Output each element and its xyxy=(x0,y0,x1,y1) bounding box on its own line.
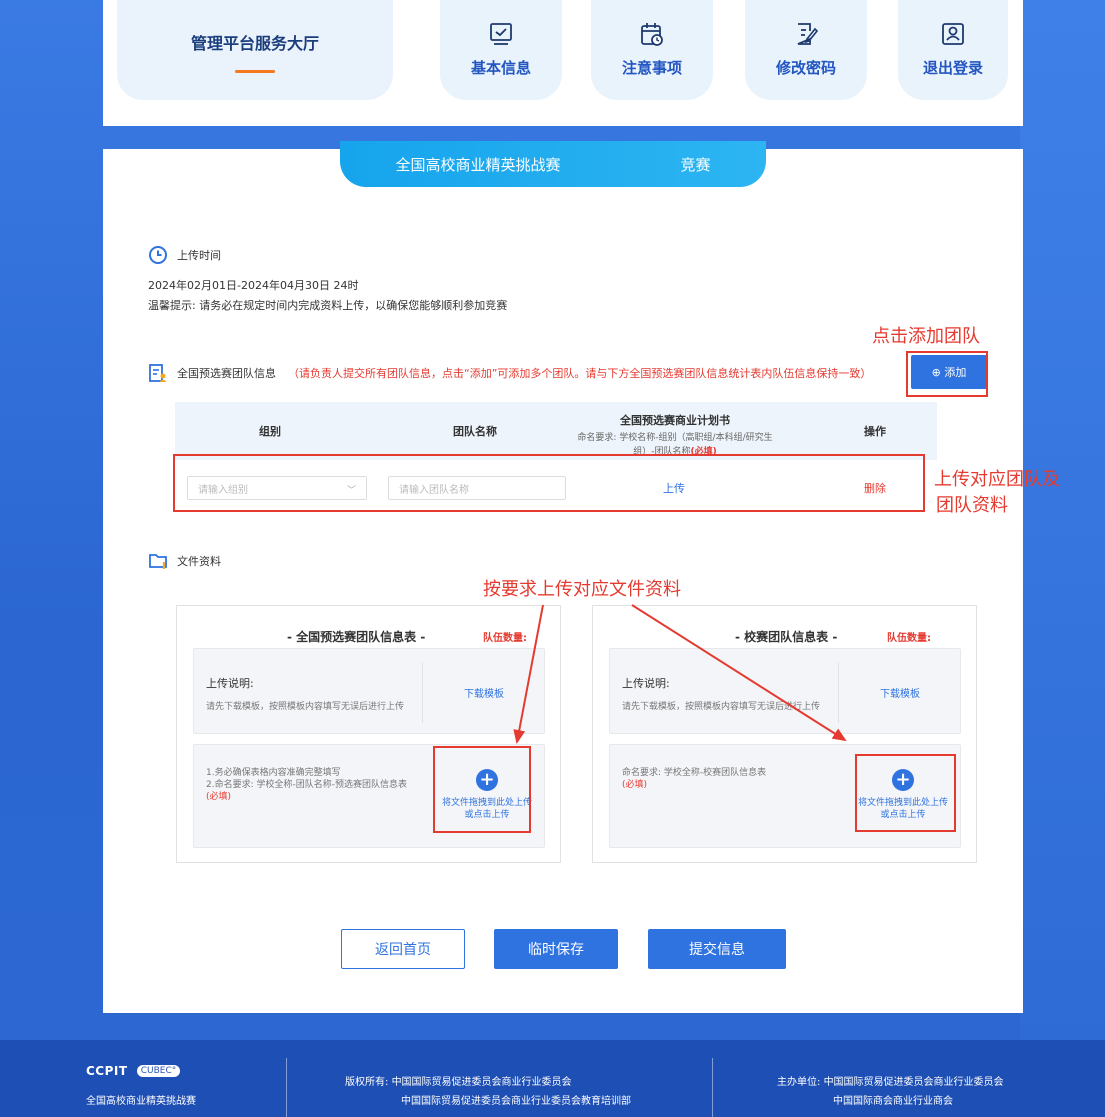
checkbox-screen-icon xyxy=(490,23,512,45)
team-info-note: （请负责人提交所有团队信息，点击“添加”可添加多个团队。请与下方全国预选赛团队信… xyxy=(288,367,872,380)
annotation-box-right-drop xyxy=(855,754,956,832)
annotation-box-add xyxy=(906,351,988,397)
cubec-logo: CUBEC° xyxy=(136,1065,181,1077)
page-background-right xyxy=(1020,0,1105,1040)
files-title: 文件资料 xyxy=(148,551,221,571)
team-count-label: 队伍数量: xyxy=(887,633,931,644)
upload-time-range: 2024年02月01日-2024年04月30日 24时 xyxy=(148,279,359,292)
footer-logo: CCPIT CUBEC° 全国高校商业精英挑战赛 xyxy=(86,1050,266,1107)
active-underline xyxy=(235,70,275,73)
upload-instructions-box: 上传说明: 请先下载模板，按照模板内容填写无误后进行上传 下载模板 xyxy=(609,648,961,734)
nav-item-label: 基本信息 xyxy=(470,59,531,77)
team-table-header: 组别 团队名称 全国预选赛商业计划书 命名要求: 学校名称-组别（高职组/本科组… xyxy=(175,402,937,460)
naming-requirements: 1.务必确保表格内容准确完整填写 2.命名要求: 学校全称-团队名称-预选赛团队… xyxy=(206,768,407,802)
nav-item-label: 修改密码 xyxy=(775,59,836,77)
upload-time-title: 上传时间 xyxy=(148,245,221,265)
download-template-link[interactable]: 下载模板 xyxy=(464,685,504,700)
th-action: 操作 xyxy=(864,425,886,438)
annotation-upload-team-2: 团队资料 xyxy=(936,495,1008,516)
th-business-plan: 全国预选赛商业计划书 命名要求: 学校名称-组别（高职组/本科组/研究生组）-团… xyxy=(577,414,773,457)
upload-time-tip: 温馨提示: 请务必在规定时间内完成资料上传，以确保您能够顺利参加竞赛 xyxy=(148,299,508,312)
footer: CCPIT CUBEC° 全国高校商业精英挑战赛 版权所有: 中国国际贸易促进委… xyxy=(0,1040,1105,1117)
annotation-box-row xyxy=(173,454,925,512)
submit-button[interactable]: 提交信息 xyxy=(648,929,786,969)
temp-save-button[interactable]: 临时保存 xyxy=(494,929,618,969)
upload-instructions-box: 上传说明: 请先下载模板，按照模板内容填写无误后进行上传 下载模板 xyxy=(193,648,545,734)
banner-suffix: 竞赛 xyxy=(680,155,711,174)
panel-title: - 校赛团队信息表 - xyxy=(735,630,838,644)
panel-title: - 全国预选赛团队信息表 - xyxy=(287,630,426,644)
team-count-label: 队伍数量: xyxy=(483,633,527,644)
footer-logo-caption: 全国高校商业精英挑战赛 xyxy=(86,1096,196,1107)
download-template-link[interactable]: 下载模板 xyxy=(880,685,920,700)
nav-service-hall[interactable]: 管理平台服务大厅 xyxy=(117,0,393,100)
nav-item-label: 退出登录 xyxy=(922,59,983,77)
ccpit-logo: CCPIT xyxy=(86,1064,128,1078)
footer-copyright: 版权所有: 中国国际贸易促进委员会商业行业委员会 中国国际贸易促进委员会商业行业… xyxy=(345,1077,631,1107)
nav-main-title: 管理平台服务大厅 xyxy=(190,34,319,53)
back-home-button[interactable]: 返回首页 xyxy=(341,929,465,969)
annotation-box-left-drop xyxy=(433,746,531,833)
folder-icon xyxy=(149,554,167,569)
naming-requirements: 命名要求: 学校全称-校赛团队信息表 (必填) xyxy=(622,768,767,790)
nav-item-change-password[interactable]: 修改密码 xyxy=(745,0,867,100)
clock-icon xyxy=(149,246,167,264)
th-team-name: 团队名称 xyxy=(453,425,497,438)
th-group: 组别 xyxy=(259,425,281,438)
competition-banner: 全国高校商业精英挑战赛 竞赛 xyxy=(340,141,766,187)
nav-card: 管理平台服务大厅 基本信息 注意事项 修改密码 退出登录 xyxy=(103,0,1023,126)
nav-item-basic-info[interactable]: 基本信息 xyxy=(440,0,562,100)
nav-item-label: 注意事项 xyxy=(621,59,682,77)
nav-item-logout[interactable]: 退出登录 xyxy=(898,0,1008,100)
document-user-icon xyxy=(149,364,167,382)
nav-item-notes[interactable]: 注意事项 xyxy=(591,0,713,100)
user-badge-icon xyxy=(942,23,964,45)
annotation-upload-team-1: 上传对应团队及 xyxy=(934,469,1060,490)
calendar-clock-icon xyxy=(641,23,663,46)
footer-host: 主办单位: 中国国际贸易促进委员会商业行业委员会 中国国际商会商业行业商会 xyxy=(777,1077,1004,1107)
team-info-title: 全国预选赛团队信息 （请负责人提交所有团队信息，点击“添加”可添加多个团队。请与… xyxy=(148,363,871,383)
annotation-add-team: 点击添加团队 xyxy=(872,326,980,347)
annotation-upload-files: 按要求上传对应文件资料 xyxy=(483,579,681,600)
banner-title: 全国高校商业精英挑战赛 xyxy=(395,155,561,174)
edit-document-icon xyxy=(797,23,819,45)
